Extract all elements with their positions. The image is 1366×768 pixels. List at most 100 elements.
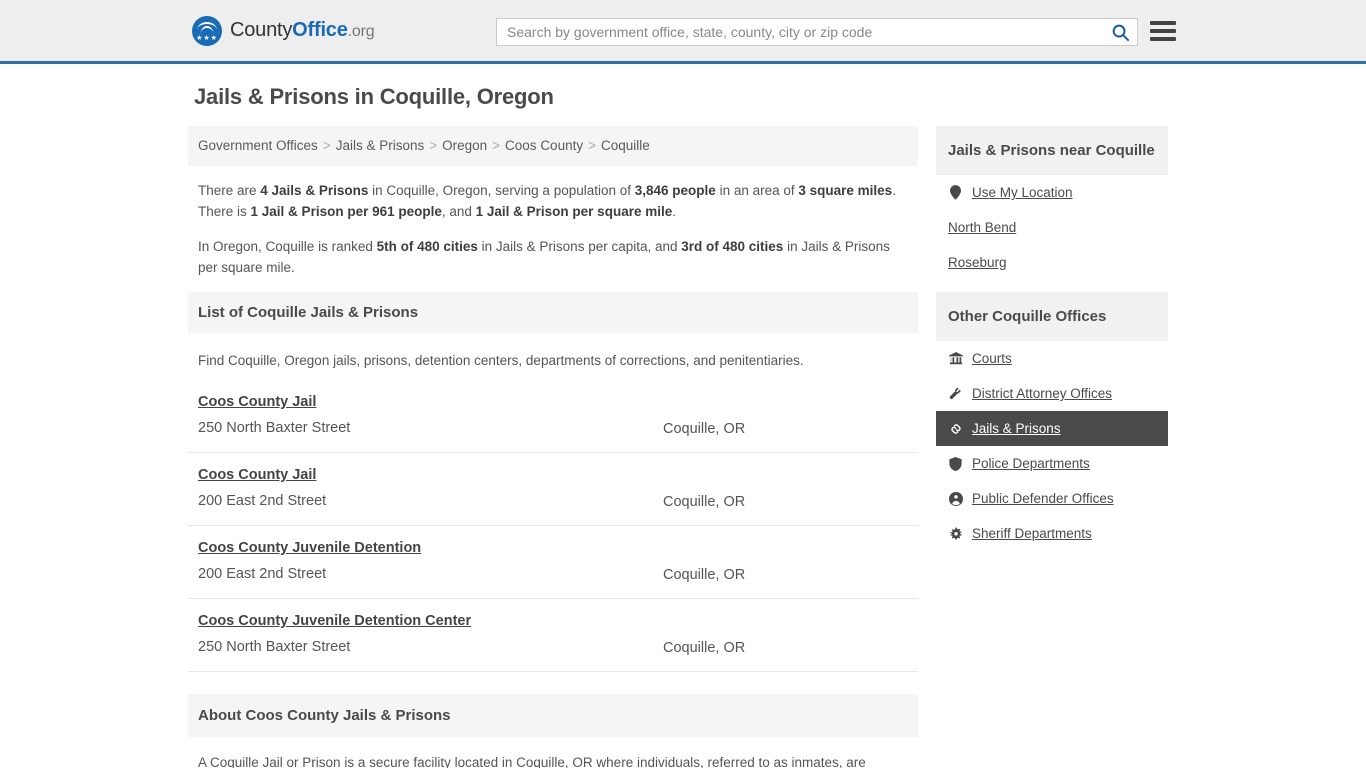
main-column: Government Offices > Jails & Prisons > Orego… bbox=[188, 126, 918, 768]
breadcrumb-separator: > bbox=[588, 138, 596, 153]
brand-wordmark: CountyOffice.org bbox=[230, 19, 375, 42]
sidebar-item-public-defender-offices[interactable]: Public Defender Offices bbox=[936, 481, 1168, 516]
shield-icon bbox=[948, 456, 963, 471]
breadcrumb-item-government-offices[interactable]: Government Offices bbox=[198, 138, 318, 153]
listing-city: Coquille, OR bbox=[663, 494, 746, 510]
breadcrumb-item-coos-county[interactable]: Coos County bbox=[505, 138, 583, 153]
stat-area: 3 square miles bbox=[798, 183, 893, 198]
intro-paragraph-2: In Oregon, Coquille is ranked 5th of 480… bbox=[198, 236, 908, 278]
intro-paragraph-1: There are 4 Jails & Prisons in Coquille,… bbox=[198, 180, 908, 222]
sidebar-item-use-my-location[interactable]: Use My Location bbox=[936, 175, 1168, 210]
sidebar-heading-other-offices: Other Coquille Offices bbox=[936, 292, 1168, 341]
sidebar-link-label[interactable]: Police Departments bbox=[972, 456, 1090, 471]
map-pin-icon bbox=[948, 185, 963, 200]
brand-part-org: .org bbox=[347, 23, 375, 40]
intro-text: . bbox=[672, 204, 676, 219]
hamburger-bar bbox=[1150, 29, 1176, 33]
table-row[interactable]: Coos County Jail 250 North Baxter Street… bbox=[188, 393, 918, 453]
sidebar-item-jails-prisons[interactable]: Jails & Prisons bbox=[936, 411, 1168, 446]
courthouse-icon bbox=[948, 351, 963, 366]
brand-part-office: Office bbox=[292, 19, 348, 41]
search-bar bbox=[496, 18, 1138, 46]
sidebar-item-sheriff-departments[interactable]: Sheriff Departments bbox=[936, 516, 1168, 551]
hamburger-menu-button[interactable] bbox=[1150, 19, 1176, 43]
gavel-icon bbox=[948, 387, 963, 401]
sidebar-link-label[interactable]: Use My Location bbox=[972, 185, 1073, 200]
sidebar-link-label[interactable]: Jails & Prisons bbox=[972, 421, 1061, 436]
about-section-heading: About Coos County Jails & Prisons bbox=[188, 694, 918, 737]
sidebar-item-district-attorney-offices[interactable]: District Attorney Offices bbox=[936, 376, 1168, 411]
stat-rank-per-capita: 5th of 480 cities bbox=[376, 239, 478, 254]
stat-population: 3,846 people bbox=[634, 183, 716, 198]
breadcrumb-separator: > bbox=[492, 138, 501, 153]
sidebar-item-roseburg[interactable]: Roseburg bbox=[936, 245, 1168, 280]
listing-city: Coquille, OR bbox=[663, 421, 746, 437]
intro-statistics: There are 4 Jails & Prisons in Coquille,… bbox=[198, 180, 908, 278]
sidebar-link-label[interactable]: District Attorney Offices bbox=[972, 386, 1112, 401]
listing-address: 250 North Baxter Street bbox=[198, 420, 351, 436]
listing-name-link[interactable]: Coos County Juvenile Detention bbox=[198, 540, 421, 556]
stat-per-people: 1 Jail & Prison per 961 people bbox=[250, 204, 442, 219]
hamburger-bar bbox=[1150, 37, 1176, 41]
sidebar-heading-nearby: Jails & Prisons near Coquille bbox=[936, 126, 1168, 175]
search-icon bbox=[1112, 24, 1129, 41]
sheriff-star-icon bbox=[948, 526, 963, 541]
sidebar-item-police-departments[interactable]: Police Departments bbox=[936, 446, 1168, 481]
breadcrumb-item-oregon[interactable]: Oregon bbox=[442, 138, 487, 153]
intro-text: in Coquille, Oregon, serving a populatio… bbox=[368, 183, 635, 198]
person-circle-icon bbox=[948, 491, 963, 506]
search-input[interactable] bbox=[497, 19, 1103, 45]
list-section-note: Find Coquille, Oregon jails, prisons, de… bbox=[198, 353, 804, 368]
breadcrumb-separator: > bbox=[322, 138, 331, 153]
page-title: Jails & Prisons in Coquille, Oregon bbox=[194, 84, 554, 109]
listing-city: Coquille, OR bbox=[663, 640, 746, 656]
breadcrumb: Government Offices > Jails & Prisons > Orego… bbox=[188, 126, 918, 166]
listing-info: Coos County Jail 250 North Baxter Street bbox=[198, 393, 663, 438]
listing-address: 250 North Baxter Street bbox=[198, 639, 351, 655]
listing-city: Coquille, OR bbox=[663, 567, 746, 583]
hamburger-bar bbox=[1150, 21, 1176, 25]
intro-text: In Oregon, Coquille is ranked bbox=[198, 239, 377, 254]
listing-name-link[interactable]: Coos County Juvenile Detention Center bbox=[198, 613, 471, 629]
sidebar-link-label[interactable]: Sheriff Departments bbox=[972, 526, 1092, 541]
sidebar-link-label[interactable]: North Bend bbox=[948, 220, 1016, 235]
table-row[interactable]: Coos County Juvenile Detention 200 East … bbox=[188, 539, 918, 599]
stat-per-sq-mile: 1 Jail & Prison per square mile bbox=[475, 204, 673, 219]
sidebar-link-label[interactable]: Roseburg bbox=[948, 255, 1007, 270]
sidebar: Jails & Prisons near Coquille Use My Loc… bbox=[936, 126, 1168, 768]
site-header: ★★★ CountyOffice.org bbox=[0, 0, 1366, 64]
table-row[interactable]: Coos County Jail 200 East 2nd Street Coq… bbox=[188, 466, 918, 526]
handcuffs-icon bbox=[948, 422, 963, 436]
breadcrumb-item-coquille[interactable]: Coquille bbox=[601, 138, 650, 153]
intro-text: There are bbox=[198, 183, 261, 198]
sidebar-nearby-list: Use My Location North Bend Roseburg bbox=[936, 175, 1168, 280]
stat-rank-per-sq-mile: 3rd of 480 cities bbox=[681, 239, 784, 254]
page-container: Jails & Prisons in Coquille, Oregon Gove… bbox=[188, 64, 1178, 768]
sidebar-link-label[interactable]: Public Defender Offices bbox=[972, 491, 1114, 506]
site-logo[interactable]: ★★★ CountyOffice.org bbox=[192, 15, 375, 46]
listing-address: 200 East 2nd Street bbox=[198, 566, 327, 582]
sidebar-other-offices-list: Courts District Attorney Offices Jails &… bbox=[936, 341, 1168, 551]
breadcrumb-item-jails-prisons[interactable]: Jails & Prisons bbox=[336, 138, 425, 153]
listing-address: 200 East 2nd Street bbox=[198, 493, 327, 509]
intro-text: in an area of bbox=[715, 183, 799, 198]
intro-text: in Jails & Prisons per capita, and bbox=[477, 239, 682, 254]
content-columns: Government Offices > Jails & Prisons > Orego… bbox=[188, 126, 1178, 768]
listing-info: Coos County Juvenile Detention Center 25… bbox=[198, 612, 663, 657]
listing-name-link[interactable]: Coos County Jail bbox=[198, 467, 316, 483]
about-section-body: A Coquille Jail or Prison is a secure fa… bbox=[198, 755, 866, 768]
intro-text: , and bbox=[441, 204, 476, 219]
stat-jail-count: 4 Jails & Prisons bbox=[260, 183, 369, 198]
sidebar-item-courts[interactable]: Courts bbox=[936, 341, 1168, 376]
table-row[interactable]: Coos County Juvenile Detention Center 25… bbox=[188, 612, 918, 672]
sidebar-item-north-bend[interactable]: North Bend bbox=[936, 210, 1168, 245]
search-button[interactable] bbox=[1103, 19, 1137, 45]
brand-part-county: County bbox=[230, 19, 293, 41]
breadcrumb-separator: > bbox=[429, 138, 438, 153]
sidebar-link-label[interactable]: Courts bbox=[972, 351, 1012, 366]
countyoffice-seal-icon: ★★★ bbox=[192, 15, 222, 46]
list-section-heading: List of Coquille Jails & Prisons bbox=[188, 292, 918, 333]
listing-info: Coos County Juvenile Detention 200 East … bbox=[198, 539, 663, 584]
listing-info: Coos County Jail 200 East 2nd Street bbox=[198, 466, 663, 511]
listing-name-link[interactable]: Coos County Jail bbox=[198, 394, 316, 410]
